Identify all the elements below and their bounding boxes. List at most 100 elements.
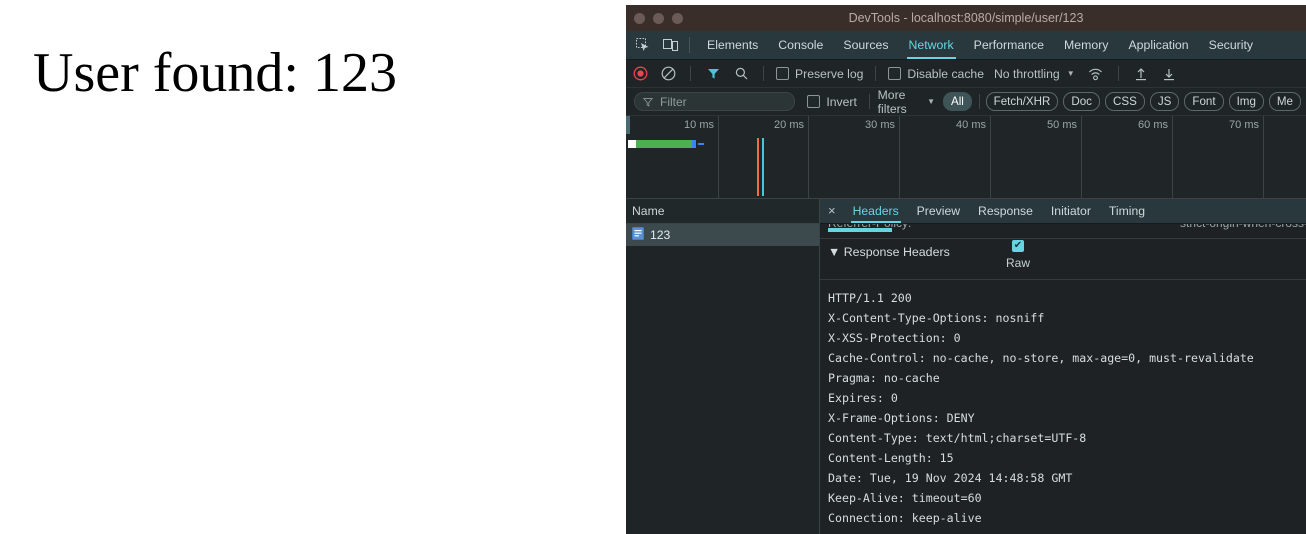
- timeline-tick: 10 ms: [626, 116, 719, 198]
- disable-cache-checkbox[interactable]: Disable cache: [888, 67, 984, 81]
- request-name: 123: [650, 228, 671, 242]
- clear-icon[interactable]: [657, 63, 679, 85]
- network-split-view: Name 123 × Headers Preview Response Init…: [626, 199, 1306, 534]
- header-line: Pragma: no-cache: [828, 371, 940, 385]
- checkbox-box: [807, 95, 821, 108]
- preserve-log-label: Preserve log: [795, 66, 864, 81]
- toolbar-divider: [868, 94, 870, 109]
- import-har-icon[interactable]: [1130, 63, 1152, 85]
- tab-initiator[interactable]: Initiator: [1042, 199, 1100, 223]
- filter-type-js[interactable]: JS: [1149, 92, 1180, 111]
- invert-label: Invert: [826, 94, 857, 109]
- filter-type-css[interactable]: CSS: [1104, 92, 1145, 111]
- chevron-down-icon: ▼: [927, 97, 935, 106]
- more-filters-label: More filters: [877, 88, 907, 116]
- request-duration-bar: [636, 140, 692, 148]
- filter-type-all[interactable]: All: [943, 92, 972, 111]
- clipped-highlight: [828, 228, 892, 232]
- network-conditions-icon[interactable]: [1085, 63, 1107, 85]
- filter-type-font[interactable]: Font: [1184, 92, 1224, 111]
- toolbar-divider: [1117, 66, 1119, 81]
- invert-checkbox[interactable]: Invert: [807, 94, 857, 109]
- filter-funnel-icon[interactable]: [702, 63, 724, 85]
- close-icon[interactable]: ×: [820, 199, 844, 223]
- network-timeline-overview[interactable]: 10 ms 20 ms 30 ms 40 ms 50 ms 60 ms 70 m…: [626, 116, 1306, 199]
- preserve-log-checkbox[interactable]: Preserve log: [776, 67, 863, 81]
- window-title: DevTools - localhost:8080/simple/user/12…: [848, 11, 1084, 25]
- tab-console[interactable]: Console: [768, 31, 833, 59]
- chevron-down-icon: ▼: [1066, 69, 1075, 78]
- raw-checkbox[interactable]: ✔: [1012, 240, 1024, 252]
- tab-response[interactable]: Response: [969, 199, 1042, 223]
- throttling-select[interactable]: No throttling ▼: [994, 67, 1075, 81]
- disable-cache-label: Disable cache: [907, 66, 984, 81]
- header-line: Cache-Control: no-cache, no-store, max-a…: [828, 351, 1254, 365]
- timeline-tick: 40 ms: [899, 116, 991, 198]
- tab-preview[interactable]: Preview: [908, 199, 969, 223]
- tab-timing[interactable]: Timing: [1100, 199, 1154, 223]
- overview-selection-handle[interactable]: [626, 116, 630, 134]
- request-end-marker: [692, 140, 696, 148]
- overview-request-bar: [628, 140, 704, 148]
- tab-performance[interactable]: Performance: [964, 31, 1054, 59]
- checkbox-box: [776, 67, 789, 80]
- filter-type-fetch-xhr[interactable]: Fetch/XHR: [985, 92, 1059, 111]
- raw-toggle[interactable]: ✔ Raw: [998, 240, 1038, 270]
- maximize-window-button[interactable]: [672, 12, 683, 24]
- tab-sources[interactable]: Sources: [833, 31, 898, 59]
- toolbar-divider: [690, 66, 691, 81]
- header-line: HTTP/1.1 200: [828, 291, 912, 305]
- record-icon[interactable]: [629, 63, 651, 85]
- header-line: Content-Length: 15: [828, 451, 954, 465]
- filter-type-img[interactable]: Img: [1228, 92, 1264, 111]
- timeline-tick: 30 ms: [808, 116, 900, 198]
- tab-application[interactable]: Application: [1118, 31, 1198, 59]
- table-row[interactable]: 123: [626, 224, 819, 246]
- browser-page-content: User found: 123: [0, 0, 626, 534]
- filter-placeholder: Filter: [660, 94, 687, 109]
- header-line: X-XSS-Protection: 0: [828, 331, 961, 345]
- response-headers-title[interactable]: ▼ Response Headers: [828, 245, 950, 259]
- column-header-name[interactable]: Name: [626, 199, 819, 224]
- tab-network[interactable]: Network: [899, 31, 964, 59]
- tab-headers[interactable]: Headers: [844, 199, 908, 223]
- network-filter-bar: Filter Invert More filters ▼ All Fetch/X…: [626, 88, 1306, 116]
- header-line: X-Frame-Options: DENY: [828, 411, 975, 425]
- load-event-line: [762, 138, 764, 196]
- detail-tabs: × Headers Preview Response Initiator Tim…: [820, 199, 1306, 224]
- toolbar-divider: [978, 94, 980, 109]
- dom-content-loaded-line: [757, 138, 759, 196]
- devtools-window: DevTools - localhost:8080/simple/user/12…: [626, 5, 1306, 534]
- toolbar-divider: [875, 66, 877, 81]
- timeline-tick: 20 ms: [718, 116, 809, 198]
- filter-input[interactable]: Filter: [634, 92, 796, 111]
- tab-security[interactable]: Security: [1199, 31, 1263, 59]
- header-line: Expires: 0: [828, 391, 898, 405]
- throttling-value: No throttling: [993, 66, 1060, 81]
- filter-type-media[interactable]: Me: [1268, 92, 1301, 111]
- response-headers-section-header: ▼ Response Headers ✔ Raw: [820, 239, 1306, 280]
- minimize-window-button[interactable]: [653, 12, 664, 24]
- search-icon[interactable]: [730, 63, 752, 85]
- raw-label: Raw: [1005, 256, 1030, 270]
- filter-type-doc[interactable]: Doc: [1063, 92, 1100, 111]
- inspect-element-icon[interactable]: [632, 34, 654, 56]
- clipped-header-row: Referrer-Policy: strict-origin-when-cros…: [820, 224, 1306, 239]
- devtools-panel-tabs: Elements Console Sources Network Perform…: [626, 31, 1306, 60]
- close-window-button[interactable]: [634, 12, 645, 24]
- tab-memory[interactable]: Memory: [1054, 31, 1118, 59]
- header-line: Date: Tue, 19 Nov 2024 14:48:58 GMT: [828, 471, 1073, 485]
- timeline-tick: 70 ms: [1172, 116, 1264, 198]
- tab-elements[interactable]: Elements: [697, 31, 768, 59]
- response-headers-raw-text: HTTP/1.1 200 X-Content-Type-Options: nos…: [820, 280, 1306, 534]
- header-line: Keep-Alive: timeout=60: [828, 491, 982, 505]
- export-har-icon[interactable]: [1158, 63, 1180, 85]
- header-line: X-Content-Type-Options: nosniff: [828, 311, 1045, 325]
- more-filters-dropdown[interactable]: More filters ▼: [877, 88, 935, 116]
- window-controls[interactable]: [634, 5, 683, 31]
- checkbox-box: [888, 67, 902, 80]
- request-start-marker: [628, 140, 636, 148]
- header-line: Connection: keep-alive: [828, 511, 982, 525]
- request-detail-pane: × Headers Preview Response Initiator Tim…: [820, 199, 1306, 534]
- device-toolbar-icon[interactable]: [660, 34, 682, 56]
